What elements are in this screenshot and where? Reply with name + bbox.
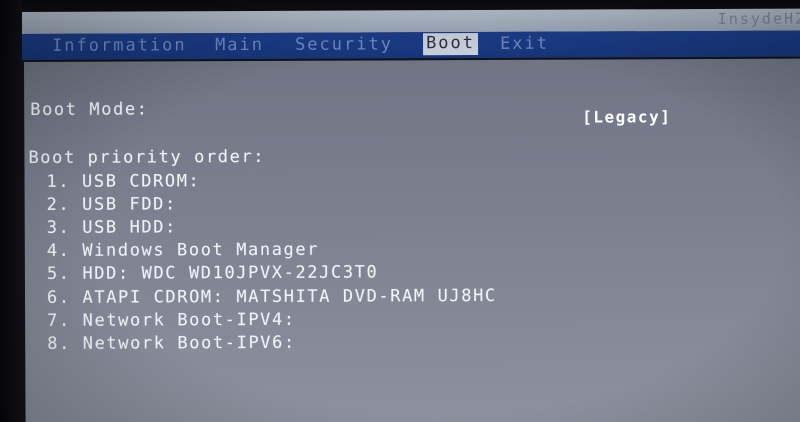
boot-mode-value[interactable]: [Legacy] <box>582 107 671 126</box>
menu-tab-information[interactable]: Information <box>52 35 187 56</box>
bios-screen: InsydeH2 Information Main Security Boot … <box>0 0 800 422</box>
menu-tab-exit[interactable]: Exit <box>500 34 549 54</box>
boot-priority-item[interactable]: 6. ATAPI CDROM: MATSHITA DVD-RAM UJ8HC <box>47 286 497 308</box>
boot-priority-item[interactable]: 3. USB HDD: <box>47 217 177 238</box>
menu-tab-main[interactable]: Main <box>215 35 264 55</box>
boot-priority-item[interactable]: 1. USB CDROM: <box>46 171 200 192</box>
boot-priority-item[interactable]: 7. Network Boot-IPV4: <box>47 310 296 331</box>
menu-tab-security[interactable]: Security <box>295 34 393 54</box>
bios-vendor-label: InsydeH2 <box>717 9 800 28</box>
boot-priority-item[interactable]: 8. Network Boot-IPV6: <box>47 333 296 354</box>
menu-tab-boot[interactable]: Boot <box>423 33 479 56</box>
boot-priority-heading: Boot priority order: <box>28 146 266 168</box>
boot-priority-item[interactable]: 2. USB FDD: <box>47 194 177 215</box>
boot-priority-item[interactable]: 5. HDD: WDC WD10JPVX-22JC3T0 <box>47 262 378 283</box>
boot-mode-label: Boot Mode: <box>30 99 149 120</box>
boot-settings-panel: Boot Mode: [Legacy] Boot priority order:… <box>24 58 800 422</box>
boot-priority-item[interactable]: 4. Windows Boot Manager <box>47 240 319 261</box>
bios-menu-bar: Information Main Security Boot Exit <box>20 30 800 60</box>
monitor-bezel-left <box>0 0 22 422</box>
